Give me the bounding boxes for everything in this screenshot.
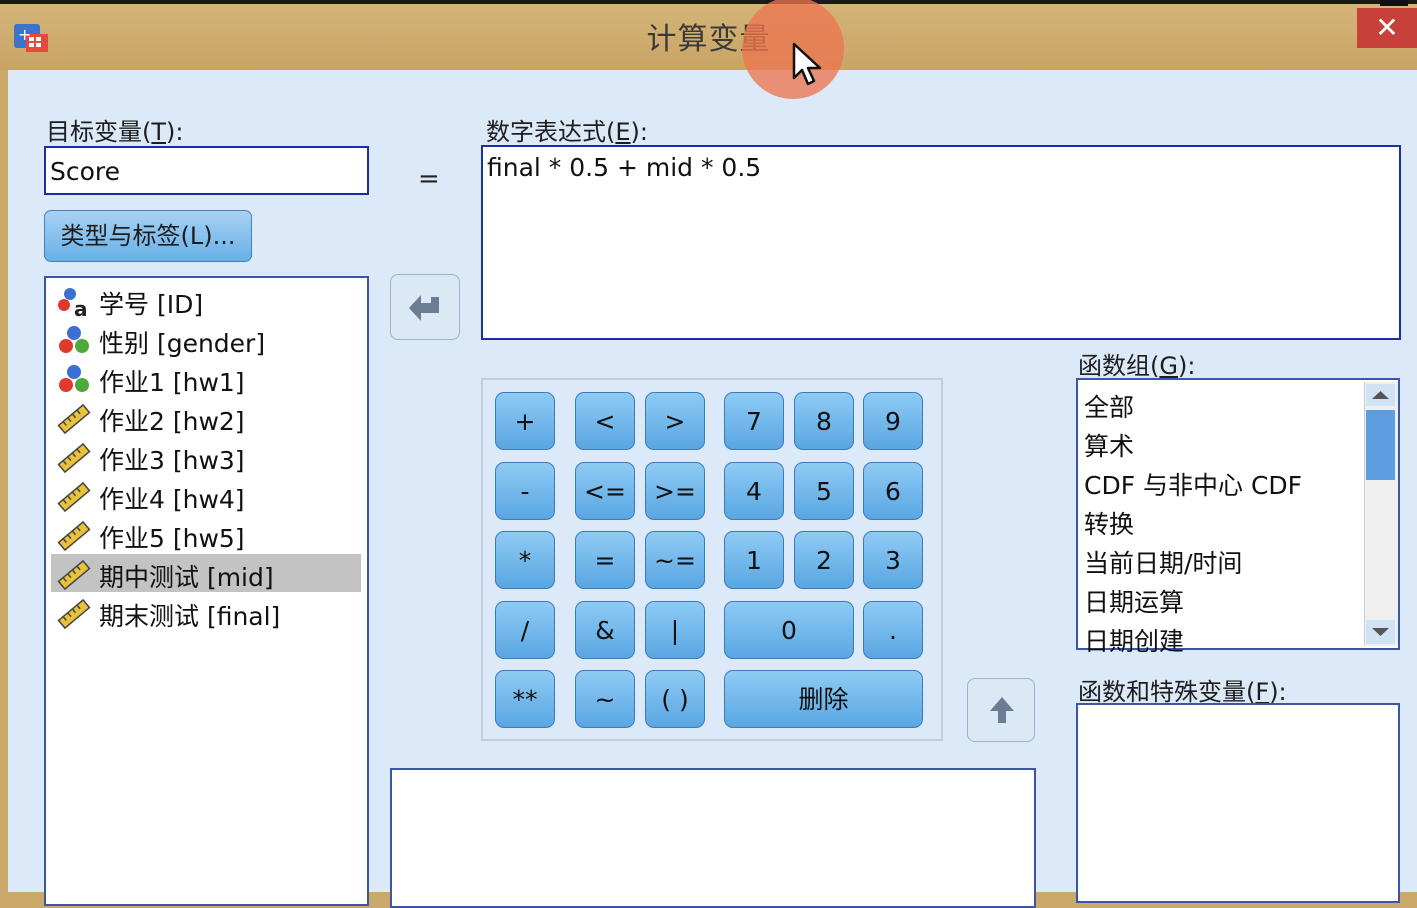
keypad-key[interactable]: &	[575, 601, 635, 659]
top-border	[0, 0, 1417, 4]
variable-name: 作业3 [hw3]	[99, 446, 245, 475]
scale-ruler-icon	[57, 480, 91, 513]
dialog-title: 计算变量	[646, 22, 771, 57]
mouse-pointer-icon	[790, 42, 824, 90]
keypad-key[interactable]: 6	[863, 462, 923, 520]
variable-list-item[interactable]: 性别 [gender]	[51, 320, 361, 358]
keypad-key[interactable]: 4	[724, 462, 784, 520]
keypad-key[interactable]: >	[645, 392, 705, 450]
keypad-key[interactable]: 8	[794, 392, 854, 450]
keypad-key[interactable]: 3	[863, 531, 923, 589]
type-and-label-button[interactable]: 类型与标签(L)...	[44, 210, 252, 262]
equals-sign: =	[418, 164, 440, 194]
scrollbar-thumb[interactable]	[1366, 410, 1395, 480]
arrow-left-icon	[409, 295, 439, 321]
nominal-icon	[57, 324, 89, 356]
keypad-key[interactable]: -	[495, 462, 555, 520]
keypad-key[interactable]: >=	[645, 462, 705, 520]
function-group-item[interactable]: 当前日期/时间	[1084, 544, 1242, 580]
function-description-box	[390, 768, 1036, 908]
variable-name: 作业4 [hw4]	[99, 485, 245, 514]
keypad-key[interactable]: .	[863, 601, 923, 659]
close-button[interactable]: ✕	[1357, 8, 1417, 48]
nominal-icon	[57, 363, 89, 395]
scale-ruler-icon	[57, 441, 91, 474]
keypad-key[interactable]: <	[575, 392, 635, 450]
scale-ruler-icon	[57, 519, 91, 552]
scale-ruler-icon	[57, 558, 91, 591]
keypad-key[interactable]: <=	[575, 462, 635, 520]
keypad-key[interactable]: 5	[794, 462, 854, 520]
keypad-key[interactable]: ~	[575, 670, 635, 728]
arrow-up-icon	[990, 697, 1014, 723]
function-group-item[interactable]: 转换	[1084, 505, 1134, 541]
target-variable-input[interactable]: Score	[44, 146, 369, 195]
function-group-item[interactable]: 日期运算	[1084, 583, 1184, 619]
keypad-key[interactable]: /	[495, 601, 555, 659]
function-group-item[interactable]: CDF 与非中心 CDF	[1084, 466, 1302, 502]
variable-name: 作业5 [hw5]	[99, 524, 245, 553]
triangle-up-icon	[1372, 391, 1389, 399]
keypad-key[interactable]: **	[495, 670, 555, 728]
function-group-item[interactable]: 日期创建	[1084, 622, 1184, 652]
scroll-up-button[interactable]	[1366, 384, 1395, 406]
variable-name: 期末测试 [final]	[99, 602, 281, 631]
keypad-key[interactable]: 2	[794, 531, 854, 589]
top-border-tab	[1380, 0, 1408, 6]
variable-name: 学号 [ID]	[99, 290, 204, 319]
keypad-key[interactable]: 删除	[724, 670, 923, 728]
function-group-item[interactable]: 算术	[1084, 427, 1134, 463]
move-variable-button[interactable]	[390, 274, 460, 340]
scale-ruler-icon	[57, 597, 91, 630]
variable-list-item[interactable]: 作业5 [hw5]	[51, 515, 361, 553]
keypad-key[interactable]: |	[645, 601, 705, 659]
variable-list-item[interactable]: 作业1 [hw1]	[51, 359, 361, 397]
triangle-down-icon	[1372, 628, 1389, 636]
target-variable-label: 目标变量(T):	[46, 118, 184, 146]
functions-label: 函数和特殊变量(F):	[1078, 678, 1287, 706]
variable-name: 作业2 [hw2]	[99, 407, 245, 436]
keypad-key[interactable]: +	[495, 392, 555, 450]
keypad-key[interactable]: ( )	[645, 670, 705, 728]
variable-list-item[interactable]: 期中测试 [mid]	[51, 554, 361, 592]
scale-ruler-icon	[57, 402, 91, 435]
variable-list-item[interactable]: 作业3 [hw3]	[51, 437, 361, 475]
variable-name: 期中测试 [mid]	[99, 563, 274, 592]
add-function-button[interactable]	[967, 678, 1035, 742]
variable-list-item[interactable]: a 学号 [ID]	[51, 281, 361, 321]
svg-text:a: a	[74, 297, 88, 319]
numeric-expression-input[interactable]: final * 0.5 + mid * 0.5	[481, 145, 1401, 340]
expression-label: 数字表达式(E):	[486, 118, 648, 146]
keypad-key[interactable]: 0	[724, 601, 854, 659]
variable-list-item[interactable]: 作业2 [hw2]	[51, 398, 361, 436]
scroll-down-button[interactable]	[1366, 620, 1395, 644]
function-group-item[interactable]: 全部	[1084, 388, 1134, 424]
variable-name: 作业1 [hw1]	[99, 368, 245, 397]
function-group-label: 函数组(G):	[1078, 352, 1196, 380]
keypad-key[interactable]: ~=	[645, 531, 705, 589]
variable-name: 性别 [gender]	[99, 329, 266, 358]
variable-list-item[interactable]: 期末测试 [final]	[51, 593, 361, 631]
variable-list-item[interactable]: 作业4 [hw4]	[51, 476, 361, 514]
functions-list[interactable]	[1076, 703, 1400, 903]
keypad-key[interactable]: 7	[724, 392, 784, 450]
keypad-key[interactable]: 1	[724, 531, 784, 589]
keypad-key[interactable]: *	[495, 531, 555, 589]
keypad-key[interactable]: 9	[863, 392, 923, 450]
keypad-key[interactable]: =	[575, 531, 635, 589]
nominal-string-icon: a	[57, 285, 89, 321]
